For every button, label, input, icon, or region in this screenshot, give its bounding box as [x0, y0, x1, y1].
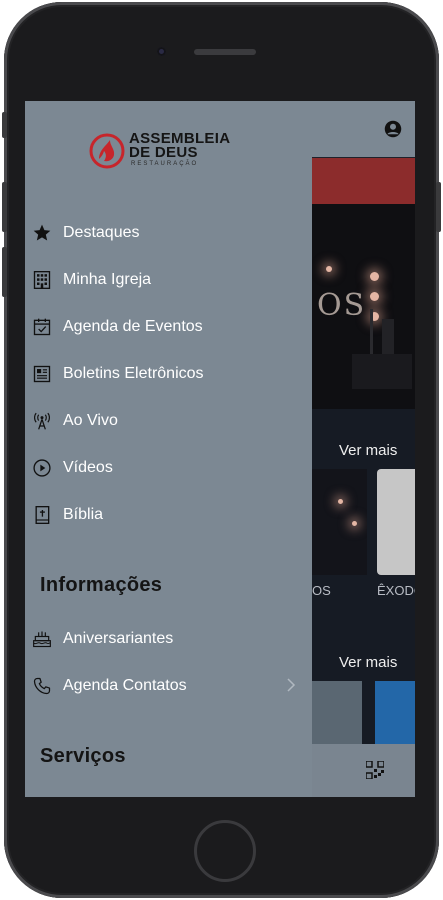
logo-text-line2: DE DEUS [129, 144, 198, 161]
menu-item-agenda-eventos[interactable]: Agenda de Eventos [25, 305, 312, 349]
phone-icon [33, 677, 51, 695]
menu-item-ao-vivo[interactable]: Ao Vivo [25, 399, 312, 443]
birthday-cake-icon [33, 631, 51, 648]
video-thumbnail-2[interactable] [377, 469, 415, 575]
menu-item-label: Boletins Eletrônicos [63, 365, 204, 382]
red-banner[interactable] [312, 158, 415, 204]
account-circle-icon[interactable] [384, 120, 402, 138]
menu-item-label: Vídeos [63, 459, 113, 476]
menu-item-minha-igreja[interactable]: Minha Igreja [25, 258, 312, 302]
power-button [436, 182, 441, 232]
menu-item-label: Agenda Contatos [63, 677, 187, 694]
ver-mais-link-2[interactable]: Ver mais [339, 654, 397, 671]
app-screen: OS Ver mais OS ÊXODO Ver mais ASSEM [25, 101, 415, 797]
menu-item-label: Minha Igreja [63, 271, 152, 288]
front-camera [157, 47, 166, 56]
menu-item-boletins[interactable]: Boletins Eletrônicos [25, 352, 312, 396]
menu-item-destaques[interactable]: Destaques [25, 211, 312, 255]
menu-item-videos[interactable]: Vídeos [25, 446, 312, 490]
logo-subtitle: RESTAURAÇÃO [131, 161, 199, 167]
menu-item-label: Aniversariantes [63, 630, 174, 647]
section-title-servicos: Serviços [40, 745, 126, 767]
volume-down-button [2, 247, 7, 297]
chevron-right-icon [287, 678, 296, 692]
earpiece-speaker [194, 49, 256, 55]
bottom-nav-bar [312, 744, 415, 797]
video-thumbnail-1[interactable] [312, 469, 367, 575]
home-button[interactable] [194, 820, 256, 882]
broadcast-tower-icon [34, 412, 50, 430]
menu-item-aniversariantes[interactable]: Aniversariantes [25, 617, 312, 661]
menu-item-label: Bíblia [63, 506, 104, 523]
volume-up-button [2, 182, 7, 232]
video-thumbnail-4[interactable] [375, 681, 415, 744]
menu-item-label: Ao Vivo [63, 412, 118, 429]
video-thumbnail-3[interactable] [312, 681, 362, 744]
video-title-1: OS [312, 583, 331, 598]
play-circle-icon [33, 459, 51, 477]
app-top-bar [312, 101, 415, 157]
newspaper-icon [33, 365, 51, 383]
qr-code-icon[interactable] [366, 761, 384, 779]
mute-switch [2, 112, 7, 138]
church-logo: ASSEMBLEIA DE DEUS RESTAURAÇÃO [89, 129, 249, 173]
flame-logo-icon [89, 133, 125, 169]
menu-item-label: Destaques [63, 224, 140, 241]
menu-item-agenda-contatos[interactable]: Agenda Contatos [25, 664, 312, 708]
video-title-2: ÊXODO [377, 583, 415, 598]
section-title-informacoes: Informações [40, 574, 163, 596]
calendar-check-icon [33, 318, 51, 336]
ver-mais-link-1[interactable]: Ver mais [339, 442, 397, 459]
bible-icon [35, 506, 50, 524]
menu-item-biblia[interactable]: Bíblia [25, 493, 312, 537]
navigation-drawer: ASSEMBLEIA DE DEUS RESTAURAÇÃO Destaques… [25, 101, 312, 797]
hero-banner[interactable]: OS [312, 204, 415, 409]
menu-item-label: Agenda de Eventos [63, 318, 203, 335]
star-icon [33, 224, 51, 241]
band-silhouette [352, 309, 412, 389]
building-icon [33, 271, 51, 289]
